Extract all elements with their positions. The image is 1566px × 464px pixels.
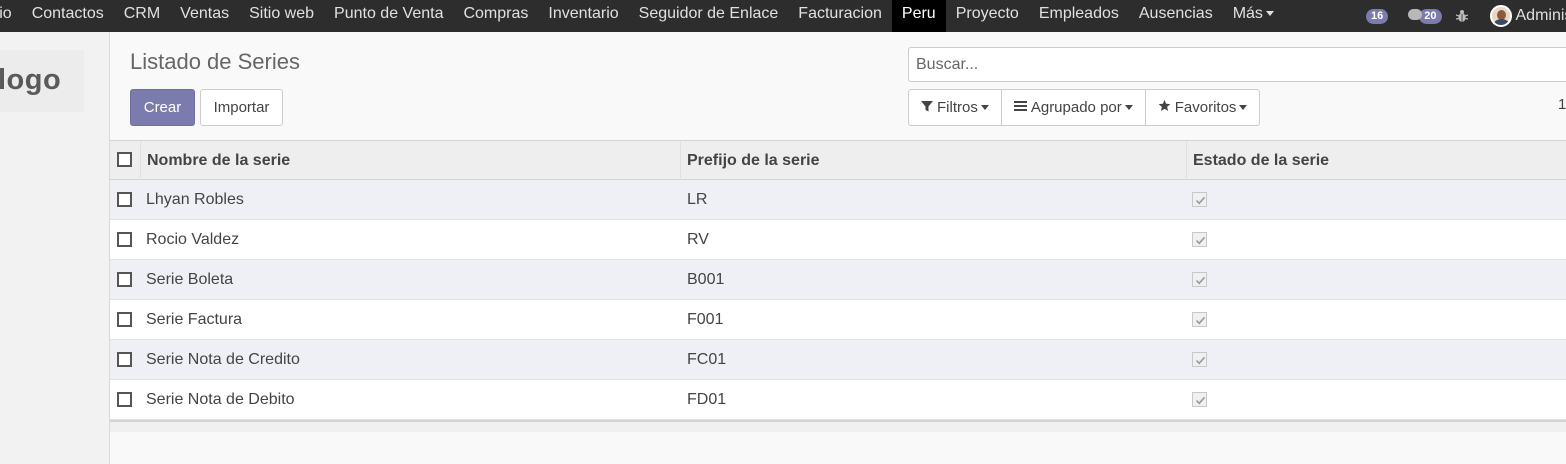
groupby-label: Agrupado por <box>1030 99 1122 116</box>
filters-label: Filtros <box>937 99 978 116</box>
table-row[interactable]: Rocio Valdez RV <box>110 220 1566 260</box>
table-row[interactable]: Serie Boleta B001 <box>110 260 1566 300</box>
avatar-body <box>1493 19 1509 25</box>
state-checkbox <box>1192 192 1207 207</box>
search-input[interactable] <box>909 48 1566 81</box>
table-row[interactable]: Serie Nota de Credito FC01 <box>110 340 1566 380</box>
main-content: Listado de Series Crear Importar Filtros… <box>110 32 1566 464</box>
column-separator <box>1186 141 1187 180</box>
more-label: Más <box>1232 5 1263 22</box>
menu-item-inventario-partial[interactable]: ario <box>0 0 22 32</box>
column-separator <box>140 141 141 180</box>
user-avatar[interactable] <box>1489 5 1512 27</box>
cell-prefix: FC01 <box>687 351 727 368</box>
chevron-down-icon <box>1265 11 1274 17</box>
activity-counter-badge[interactable]: 16 <box>1366 8 1389 24</box>
logo-text: logo <box>0 64 62 96</box>
systray: 16 20 Administ <box>1366 0 1566 32</box>
column-header-name[interactable]: Nombre de la serie <box>147 141 290 180</box>
menu-item-peru[interactable]: Peru <box>891 0 946 32</box>
chevron-down-icon <box>1124 105 1133 110</box>
chevron-down-icon <box>980 105 989 110</box>
search-options: Filtros Agrupado por Favoritos <box>908 89 1261 126</box>
cell-name: Rocio Valdez <box>146 231 240 248</box>
state-checkbox <box>1192 232 1207 247</box>
table-body: Lhyan Robles LR Rocio Valdez RV Serie Bo… <box>110 180 1566 420</box>
menu-item-facturacion[interactable]: Facturacion <box>788 0 892 32</box>
cell-name: Serie Nota de Credito <box>146 351 300 368</box>
cell-prefix: F001 <box>687 311 724 328</box>
company-logo[interactable]: logo <box>0 50 84 112</box>
cell-prefix: RV <box>687 231 709 248</box>
chat-bubble-icon <box>1408 8 1423 20</box>
state-checkbox <box>1192 352 1207 367</box>
menu-item-empleados[interactable]: Empleados <box>1029 0 1129 32</box>
import-button[interactable]: Importar <box>200 89 283 126</box>
app-menu: ario Contactos CRM Ventas Sitio web Punt… <box>0 0 1284 32</box>
row-checkbox[interactable] <box>117 192 132 207</box>
table-row[interactable]: Serie Nota de Debito FD01 <box>110 380 1566 420</box>
table-row[interactable]: Lhyan Robles LR <box>110 180 1566 220</box>
user-name[interactable]: Administ <box>1516 7 1566 25</box>
menu-item-mas[interactable]: Más <box>1223 0 1284 32</box>
menu-item-proyecto[interactable]: Proyecto <box>946 0 1029 32</box>
control-panel: Listado de Series Crear Importar Filtros… <box>110 32 1566 140</box>
favorites-label: Favoritos <box>1174 99 1237 116</box>
cell-name: Lhyan Robles <box>146 191 244 208</box>
cell-prefix: B001 <box>687 271 725 288</box>
menu-item-crm[interactable]: CRM <box>114 0 170 32</box>
menu-item-seguidor-de-enlace[interactable]: Seguidor de Enlace <box>629 0 789 32</box>
row-checkbox[interactable] <box>117 232 132 247</box>
cell-name: Serie Nota de Debito <box>146 391 295 408</box>
cell-name: Serie Factura <box>146 311 243 328</box>
row-checkbox[interactable] <box>117 352 132 367</box>
pager-value[interactable]: 1 <box>1558 96 1566 113</box>
column-header-state[interactable]: Estado de la serie <box>1193 141 1329 180</box>
state-checkbox <box>1192 272 1207 287</box>
messages-button[interactable]: 20 <box>1408 8 1442 24</box>
table-header: Nombre de la serie Prefijo de la serie E… <box>110 140 1566 180</box>
favorites-dropdown-button[interactable]: Favoritos <box>1144 90 1260 125</box>
menu-item-ausencias[interactable]: Ausencias <box>1129 0 1223 32</box>
filters-dropdown-button[interactable]: Filtros <box>909 90 1001 125</box>
row-checkbox[interactable] <box>117 272 132 287</box>
messages-counter-badge: 20 <box>1419 8 1442 24</box>
column-header-prefix[interactable]: Prefijo de la serie <box>687 141 820 180</box>
menu-item-compras[interactable]: Compras <box>453 0 538 32</box>
cell-prefix: LR <box>687 191 708 208</box>
row-checkbox[interactable] <box>117 312 132 327</box>
table-row[interactable]: Serie Factura F001 <box>110 300 1566 340</box>
menu-item-sitio-web[interactable]: Sitio web <box>239 0 324 32</box>
menu-item-ventas[interactable]: Ventas <box>170 0 239 32</box>
sidebar: logo <box>0 32 110 464</box>
search-bar <box>908 47 1566 82</box>
star-icon <box>1158 90 1171 125</box>
menu-item-contactos[interactable]: Contactos <box>22 0 114 32</box>
filter-icon <box>921 90 933 125</box>
state-checkbox <box>1192 312 1207 327</box>
state-checkbox <box>1192 392 1207 407</box>
create-button[interactable]: Crear <box>130 89 195 126</box>
bug-icon[interactable] <box>1455 9 1468 23</box>
page-title: Listado de Series <box>130 49 300 74</box>
series-list-table: Nombre de la serie Prefijo de la serie E… <box>110 140 1566 432</box>
column-separator <box>680 141 681 180</box>
cell-name: Serie Boleta <box>146 271 234 288</box>
select-all-checkbox[interactable] <box>117 152 132 167</box>
table-footer <box>110 420 1566 432</box>
groupby-dropdown-button[interactable]: Agrupado por <box>1000 90 1145 125</box>
list-icon <box>1013 90 1027 125</box>
main-navbar: ario Contactos CRM Ventas Sitio web Punt… <box>0 0 1566 32</box>
cell-prefix: FD01 <box>687 391 727 408</box>
menu-item-inventario[interactable]: Inventario <box>538 0 628 32</box>
menu-item-punto-de-venta[interactable]: Punto de Venta <box>324 0 453 32</box>
row-checkbox[interactable] <box>117 392 132 407</box>
chevron-down-icon <box>1239 105 1248 110</box>
